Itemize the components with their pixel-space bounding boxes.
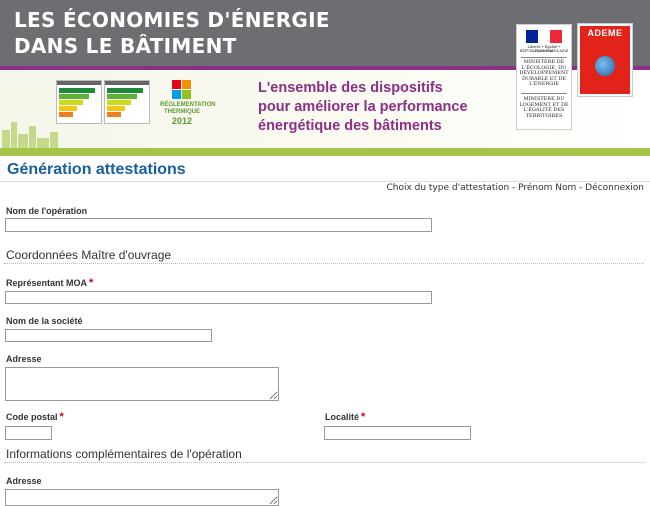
site-title: LES ÉCONOMIES D'ÉNERGIE DANS LE BÂTIMENT <box>14 7 330 59</box>
ministry-ecology: MINISTÈRE DE L'ÉCOLOGIE, DU DÉVELOPPEMEN… <box>519 59 569 88</box>
company-name-label: Nom de la société <box>6 316 83 326</box>
tagline-line1: L'ensemble des dispositifs <box>258 80 443 96</box>
address-label: Adresse <box>6 354 42 364</box>
energy-label-icon-2 <box>104 80 150 124</box>
banner-tagline: L'ensemble des dispositifs pour améliore… <box>258 79 468 136</box>
city-label: Localité * <box>325 411 365 423</box>
site-title-line1: LES ÉCONOMIES D'ÉNERGIE <box>14 8 330 32</box>
tagline-line3: énergétique des bâtiments <box>258 118 442 134</box>
required-marker: * <box>89 277 94 289</box>
company-name-input[interactable] <box>5 329 212 342</box>
section-info-heading: Informations complémentaires de l'opérat… <box>6 447 242 461</box>
address-textarea[interactable] <box>5 367 279 401</box>
site-banner: LES ÉCONOMIES D'ÉNERGIE DANS LE BÂTIMENT <box>0 0 650 156</box>
title-divider <box>0 181 650 182</box>
ministry-housing: MINISTÈRE DU LOGEMENT ET DE L'ÉGALITÉ DE… <box>519 96 569 119</box>
moa-representative-label-text: Représentant MOA <box>6 278 88 288</box>
city-input[interactable] <box>324 426 471 440</box>
postcode-label-text: Code postal <box>6 412 58 422</box>
rt-logo-year: 2012 <box>171 116 193 126</box>
ademe-name: ADEME <box>587 28 623 38</box>
user-nav-links[interactable]: Choix du type d'attestation - Prénom Nom… <box>386 183 644 193</box>
ministry-logo: Liberté • Égalité • Fraternité RÉPUBLIQU… <box>516 24 572 130</box>
rt-logo-line2: THERMIQUE <box>164 109 200 115</box>
section-info-divider <box>4 462 644 463</box>
postcode-label: Code postal * <box>6 411 64 423</box>
operation-name-input[interactable] <box>5 218 432 232</box>
energy-label-icon <box>56 80 102 124</box>
section-moa-heading: Coordonnées Maître d'ouvrage <box>6 248 172 262</box>
moa-representative-label: Représentant MOA * <box>6 277 93 289</box>
banner-green-strip <box>0 148 650 156</box>
rt-logo-line1: RÉGLEMENTATION <box>160 102 216 108</box>
address2-textarea[interactable] <box>5 489 279 506</box>
tagline-line2: pour améliorer la performance <box>258 99 468 115</box>
section-moa-divider <box>4 263 644 264</box>
ademe-logo: ADEME <box>578 24 632 96</box>
postcode-input[interactable] <box>5 426 52 440</box>
page-title: Génération attestations <box>7 161 186 178</box>
site-title-line2: DANS LE BÂTIMENT <box>14 34 237 58</box>
operation-name-label: Nom de l'opération <box>6 206 88 216</box>
rt2012-logo: RÉGLEMENTATION THERMIQUE 2012 <box>160 78 216 128</box>
address2-label: Adresse <box>6 476 42 486</box>
republique-name: RÉPUBLIQUE FRANÇAISE <box>519 49 569 53</box>
required-marker: * <box>59 411 64 423</box>
french-flag-icon <box>526 30 562 43</box>
city-label-text: Localité <box>325 412 360 422</box>
required-marker: * <box>361 411 366 423</box>
moa-representative-input[interactable] <box>5 291 432 304</box>
globe-icon <box>595 56 615 76</box>
city-skyline-icon <box>0 118 60 148</box>
